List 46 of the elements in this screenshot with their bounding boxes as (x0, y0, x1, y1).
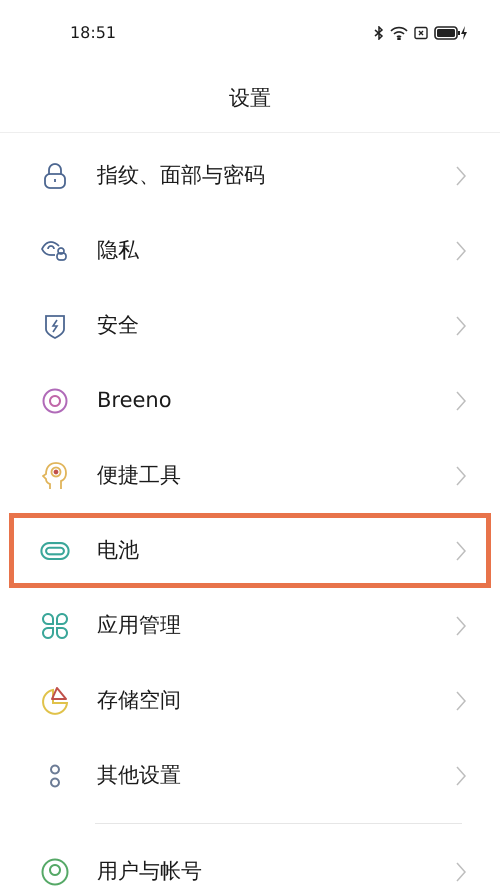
chevron-right-icon (456, 690, 466, 710)
pie-chart-icon (40, 686, 70, 714)
item-label: 隐私 (97, 236, 140, 264)
settings-item[interactable]: 安全 (9, 288, 491, 363)
settings-item[interactable]: 存储空间 (9, 663, 491, 738)
item-label: 电池 (97, 536, 140, 564)
chevron-right-icon (456, 862, 466, 882)
head-target-icon (42, 460, 68, 490)
settings-item[interactable]: 指纹、面部与密码 (9, 138, 491, 213)
ring-icon (41, 858, 69, 886)
battery-charging-icon (434, 26, 468, 40)
chevron-right-icon (456, 240, 466, 260)
settings-item[interactable]: 便捷工具 (9, 438, 491, 513)
chevron-right-icon (456, 766, 466, 786)
eye-lock-icon (41, 240, 69, 260)
settings-item[interactable]: 用户与帐号 (9, 834, 491, 888)
item-label: 便捷工具 (97, 462, 182, 489)
item-label: 存储空间 (97, 686, 182, 714)
ring-icon (42, 388, 68, 414)
chevron-right-icon (456, 616, 466, 636)
wifi-icon (390, 26, 408, 40)
status-time: 18:51 (70, 22, 116, 44)
item-label: Breeno (97, 386, 173, 414)
item-label: 安全 (97, 312, 140, 339)
chevron-right-icon (456, 316, 466, 336)
shield-bolt-icon (44, 312, 66, 338)
item-label: 用户与帐号 (97, 858, 203, 885)
no-sim-icon (414, 26, 428, 40)
settings-item[interactable]: Breeno (9, 363, 491, 438)
padlock-icon (43, 162, 67, 188)
two-dots-icon (49, 764, 61, 788)
item-label: 其他设置 (97, 762, 182, 789)
page-title: 设置 (229, 85, 271, 112)
item-label: 应用管理 (97, 612, 182, 639)
chevron-right-icon (456, 166, 466, 186)
four-petal-grid-icon (42, 612, 68, 638)
chevron-right-icon (456, 540, 466, 560)
battery-icon (40, 540, 70, 560)
item-label: 指纹、面部与密码 (97, 162, 266, 189)
settings-item[interactable]: 其他设置 (9, 738, 491, 813)
settings-item[interactable]: 电池 (9, 513, 491, 588)
bluetooth-icon (374, 26, 384, 40)
chevron-right-icon (456, 390, 466, 410)
settings-item[interactable]: 隐私 (9, 213, 491, 288)
settings-item[interactable]: 应用管理 (9, 588, 491, 663)
chevron-right-icon (456, 466, 466, 486)
